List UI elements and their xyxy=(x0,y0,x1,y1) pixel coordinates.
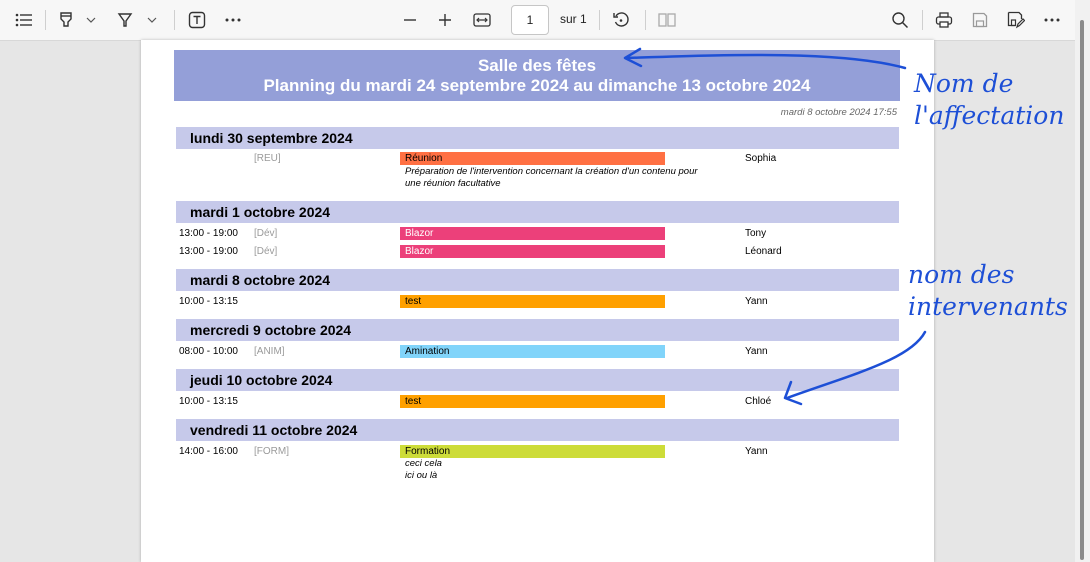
annotation-arrows xyxy=(623,47,927,406)
arrow-to-title xyxy=(623,47,907,70)
arrow-to-speaker xyxy=(783,330,927,406)
